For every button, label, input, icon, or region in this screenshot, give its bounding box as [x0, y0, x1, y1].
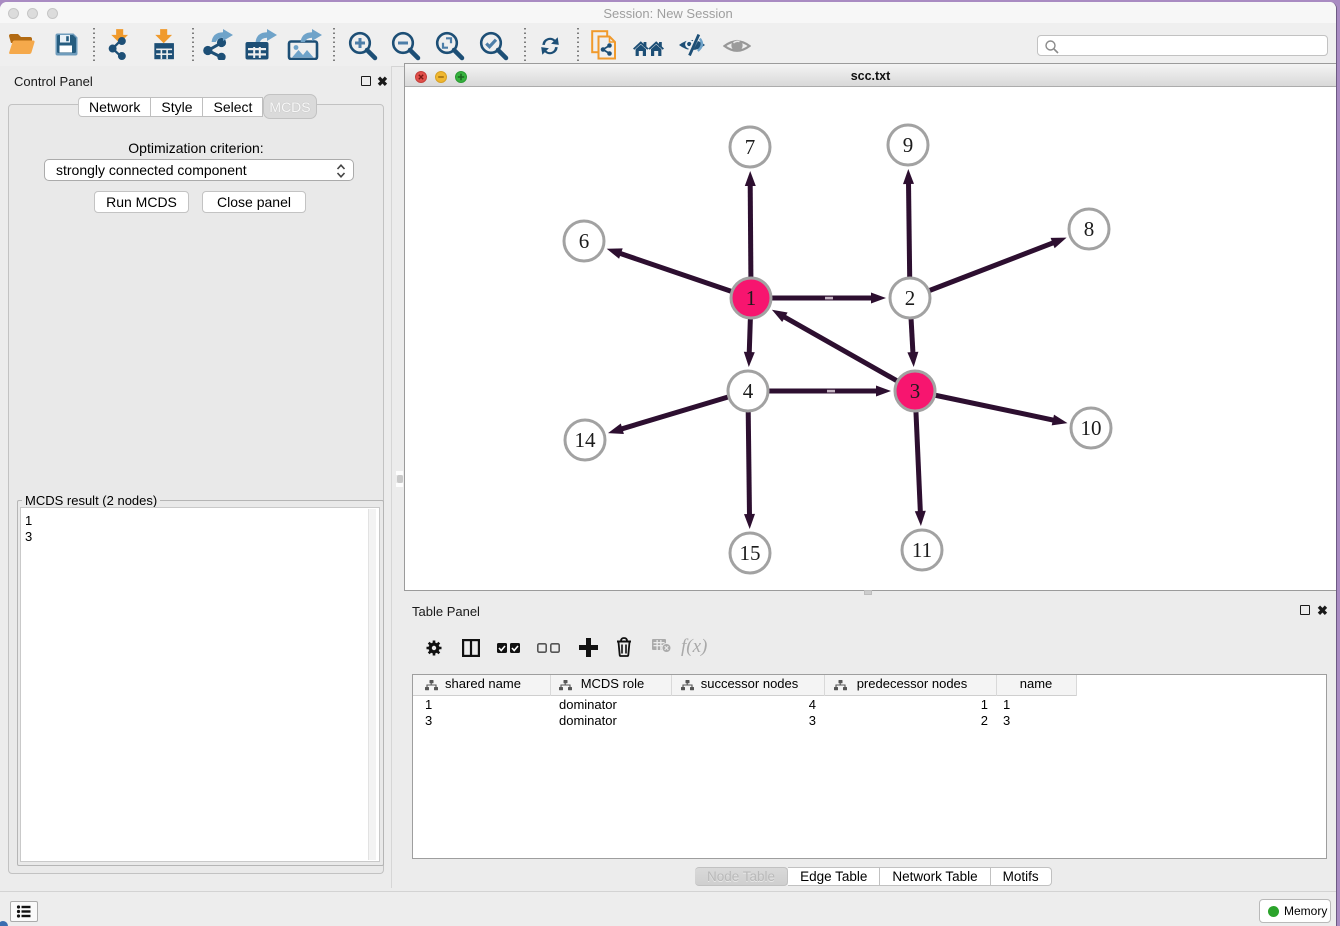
svg-text:1: 1	[746, 286, 757, 310]
svg-text:10: 10	[1081, 416, 1102, 440]
svg-text:4: 4	[743, 379, 754, 403]
svg-text:14: 14	[575, 428, 597, 452]
svg-text:6: 6	[579, 229, 590, 253]
svg-text:7: 7	[745, 135, 756, 159]
svg-text:9: 9	[903, 133, 914, 157]
svg-text:3: 3	[910, 379, 921, 403]
svg-text:f(x): f(x)	[681, 636, 707, 657]
svg-text:15: 15	[740, 541, 761, 565]
svg-text:8: 8	[1084, 217, 1095, 241]
svg-text:2: 2	[905, 286, 916, 310]
svg-text:11: 11	[912, 538, 932, 562]
